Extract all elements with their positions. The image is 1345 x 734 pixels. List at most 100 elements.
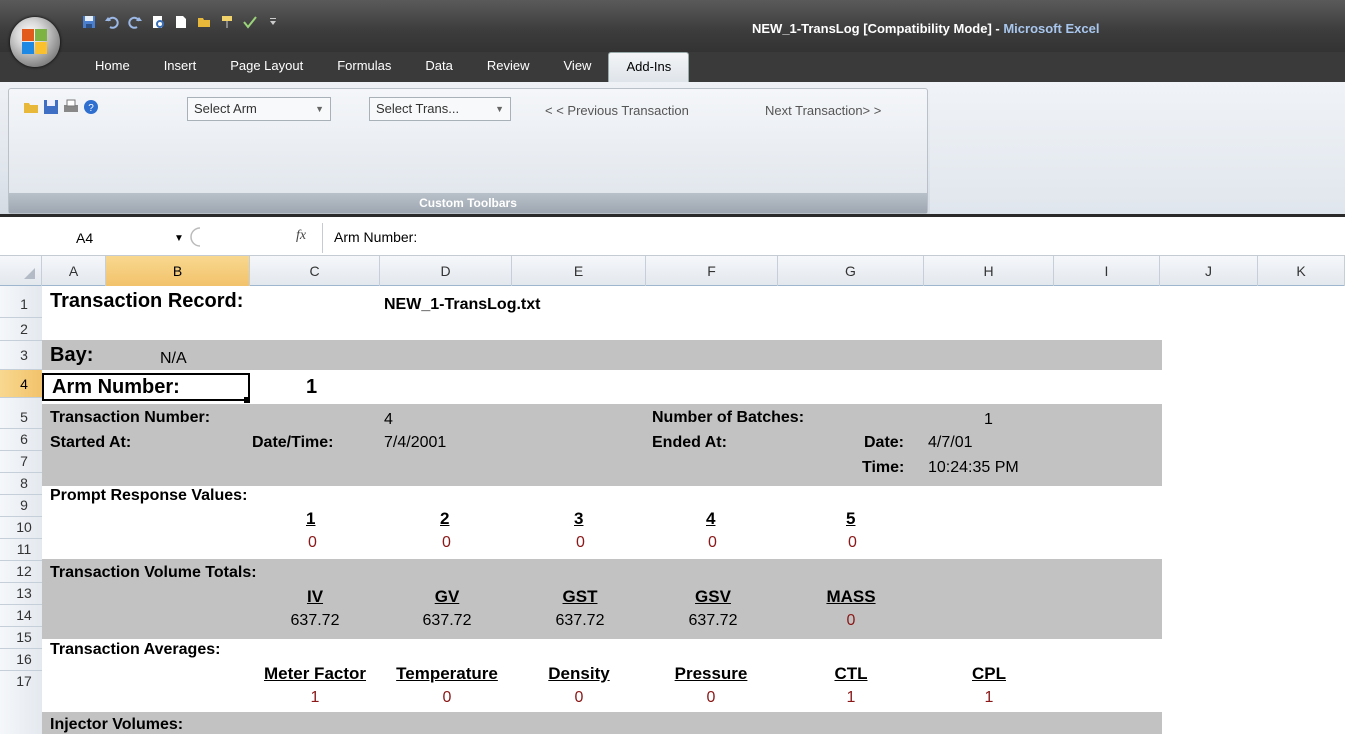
save-icon[interactable] [82,15,96,29]
help-icon[interactable]: ? [83,99,99,115]
tab-view[interactable]: View [547,52,609,82]
row-header[interactable]: 1 [0,290,42,318]
average-header: CTL [834,664,868,683]
chevron-down-icon[interactable]: ▼ [174,233,184,244]
column-headers: A B C D E F G H I J K [0,256,1345,286]
worksheet-grid[interactable]: A B C D E F G H I J K 1 2 3 4 5 6 7 8 9 … [0,256,1345,734]
volume-value: 637.72 [290,612,340,629]
row-header[interactable]: 17 [0,670,42,692]
column-header-d[interactable]: D [380,256,512,286]
volume-header: GV [434,587,460,606]
transaction-number-value: 4 [384,411,393,428]
prompt-response-label: Prompt Response Values: [50,487,248,504]
divider [322,223,323,253]
row-header[interactable]: 14 [0,604,42,627]
column-header-f[interactable]: F [646,256,778,286]
column-header-h[interactable]: H [924,256,1054,286]
new-icon[interactable] [174,15,188,29]
row-header[interactable]: 8 [0,472,42,495]
time-label: Time: [862,459,905,476]
row-headers: 1 2 3 4 5 6 7 8 9 10 11 12 13 14 15 16 1… [0,286,42,734]
spellcheck-icon[interactable] [243,15,257,29]
window-title-app: Microsoft Excel [1003,21,1100,36]
office-button[interactable] [10,17,60,67]
print-preview-icon[interactable] [151,15,165,29]
excel-window: NEW_1-TransLog [Compatibility Mode] - Mi… [0,0,1345,734]
tab-home[interactable]: Home [78,52,147,82]
date-label: Date: [864,434,905,451]
bay-value: N/A [160,350,187,367]
column-header-c[interactable]: C [250,256,380,286]
row-header[interactable]: 6 [0,428,42,451]
row-header[interactable]: 16 [0,648,42,671]
average-value: 0 [442,689,452,706]
next-transaction-button[interactable]: Next Transaction> > [765,103,881,118]
open-icon[interactable] [197,15,211,29]
ended-at-label: Ended At: [652,434,727,451]
column-header-e[interactable]: E [512,256,646,286]
select-all-triangle-icon [24,268,35,279]
average-header: Temperature [396,664,498,683]
format-painter-icon[interactable] [220,15,234,29]
previous-transaction-button[interactable]: < < Previous Transaction [545,103,689,118]
tab-review[interactable]: Review [470,52,547,82]
volume-value: 637.72 [422,612,472,629]
volume-header: GSV [695,587,731,606]
row-header[interactable]: 10 [0,516,42,539]
select-all-button[interactable] [0,256,42,286]
active-cell-selection[interactable] [42,373,250,401]
name-box[interactable]: A4 [8,225,158,251]
insert-function-icon[interactable]: fx [296,228,306,244]
tab-add-ins[interactable]: Add-Ins [608,52,690,82]
row-header[interactable]: 3 [0,340,42,370]
tab-formulas[interactable]: Formulas [320,52,408,82]
column-header-k[interactable]: K [1258,256,1345,286]
injector-volumes-label: Injector Volumes: [50,716,184,733]
select-arm-dropdown[interactable]: Select Arm ▼ [187,97,331,121]
column-header-j[interactable]: J [1160,256,1258,286]
row-header[interactable]: 5 [0,406,42,429]
volume-header: GST [562,587,598,606]
started-at-label: Started At: [50,434,132,451]
tab-page-layout[interactable]: Page Layout [213,52,320,82]
averages-label: Transaction Averages: [50,641,221,658]
ribbon-tabs: Home Insert Page Layout Formulas Data Re… [78,52,690,82]
row-header[interactable]: 12 [0,560,42,583]
date-time-value: 7/4/2001 [384,434,447,451]
select-transaction-dropdown[interactable]: Select Trans... ▼ [369,97,511,121]
prompt-header: 2 [440,509,450,528]
column-header-i[interactable]: I [1054,256,1160,286]
undo-icon[interactable] [105,15,119,29]
column-header-a[interactable]: A [42,256,106,286]
prompt-header: 3 [574,509,584,528]
window-title: NEW_1-TransLog [Compatibility Mode] - Mi… [752,21,1099,36]
column-header-g[interactable]: G [778,256,924,286]
chevron-down-icon: ▼ [315,104,324,114]
fill-handle[interactable] [244,397,250,403]
print-icon[interactable] [63,99,79,115]
tab-data[interactable]: Data [408,52,469,82]
row-header[interactable]: 11 [0,538,42,561]
row-header[interactable]: 13 [0,582,42,605]
window-title-doc: NEW_1-TransLog [Compatibility Mode] - [752,21,1004,36]
svg-text:?: ? [88,103,94,114]
select-trans-label: Select Trans... [376,101,460,116]
row-header-selected[interactable]: 4 [0,370,42,398]
volume-value: 0 [846,612,856,629]
column-header-b[interactable]: B [106,256,250,286]
row-header[interactable]: 7 [0,450,42,473]
volume-header: MASS [826,587,876,606]
row-header[interactable]: 15 [0,626,42,649]
formula-input[interactable]: Arm Number: [334,229,417,245]
group-label: Custom Toolbars [9,193,927,213]
redo-icon[interactable] [128,15,142,29]
save-icon[interactable] [43,99,59,115]
resize-handle-icon[interactable] [190,227,202,247]
tab-insert[interactable]: Insert [147,52,214,82]
arm-number-value: 1 [306,376,318,398]
row-header[interactable]: 2 [0,318,42,341]
average-header: Meter Factor [263,664,367,683]
open-folder-icon[interactable] [23,99,39,115]
customize-icon[interactable] [266,15,280,29]
row-header[interactable]: 9 [0,494,42,517]
